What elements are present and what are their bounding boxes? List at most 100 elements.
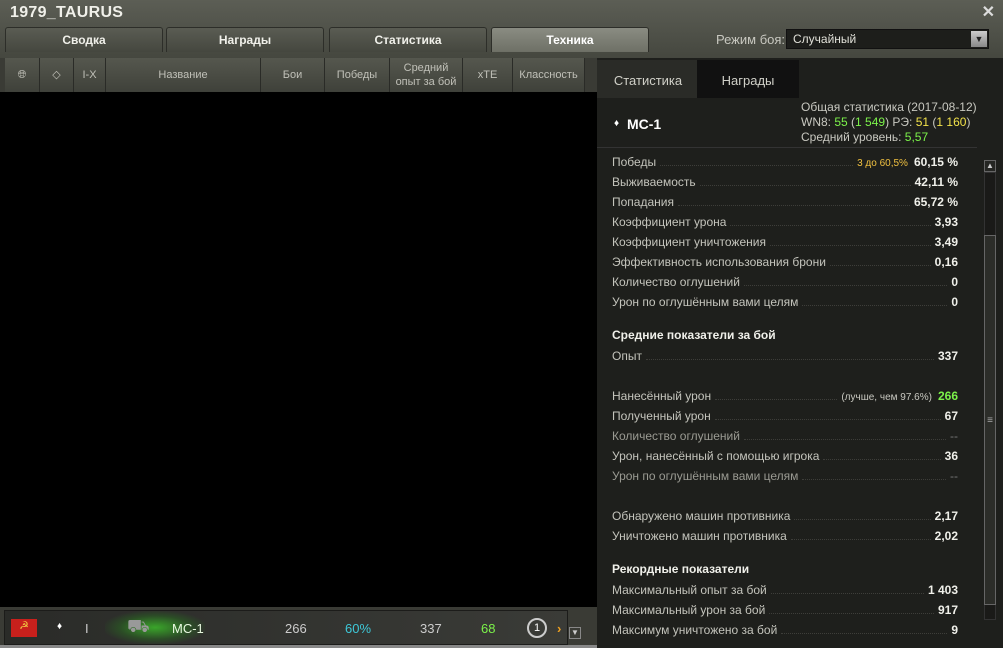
stat-row: Урон по оглушённым вами целям 0 (612, 295, 958, 313)
chevron-right-icon[interactable]: › (557, 621, 561, 636)
stat-row: Максимум уничтожено за бой 9 (612, 623, 958, 641)
column-avg-xp[interactable]: Средний опыт за бой (390, 58, 463, 92)
stat-label: Попадания (612, 195, 674, 209)
stat-value: 3,49 (934, 235, 958, 249)
row-avg-xp: 337 (420, 621, 442, 636)
stat-value: 2,02 (934, 529, 958, 543)
window-title: 1979_TAURUS (10, 4, 124, 21)
scroll-down-button[interactable]: ▼ (569, 627, 581, 639)
dot-leader (823, 450, 941, 460)
stat-value: 65,72 % (913, 195, 958, 209)
stat-label: Уничтожено машин противника (612, 529, 787, 543)
stat-label: Выживаемость (612, 175, 696, 189)
dot-leader (743, 276, 948, 286)
avg-level-label: Средний уровень: (801, 130, 905, 144)
dot-leader (714, 410, 941, 420)
stat-label: Полученный урон (612, 409, 711, 423)
wins-header: Победы (336, 69, 378, 81)
column-class[interactable]: Классность (513, 58, 585, 92)
summary-title: Общая статистика (2017-08-12) (801, 100, 977, 114)
xte-header: xTE (477, 69, 498, 81)
section-title: Рекордные показатели (612, 562, 750, 576)
stat-row: Урон, нанесённый с помощью игрока 36 (612, 449, 958, 467)
stat-row: Нанесённый урон (лучше, чем 97.6%) 266 (612, 389, 958, 407)
right-tab-awards[interactable]: Награды (697, 60, 799, 98)
scrollbar-thumb[interactable]: ≡ (984, 235, 996, 605)
dot-leader (743, 430, 946, 440)
right-tab-statistics[interactable]: Статистика (597, 60, 699, 98)
stat-row: Эффективность использования брони 0,16 (612, 255, 958, 273)
dot-leader (781, 624, 948, 634)
battle-mode-select[interactable]: Случайный ▼ (786, 29, 989, 49)
stat-value: 36 (944, 449, 958, 463)
dot-leader (769, 604, 934, 614)
stat-value: -- (950, 429, 958, 443)
light-tank-icon: ♦ (57, 621, 63, 632)
avg-xp-header-line1: Средний (403, 62, 449, 74)
close-icon[interactable]: ✕ (982, 2, 995, 22)
stat-row: Попадания 65,72 % (612, 195, 958, 213)
stat-row: Коэффициент урона 3,93 (612, 215, 958, 233)
table-row[interactable]: ☭ ♦ I ⛟ МС-1 266 60% 337 68 1 › (4, 610, 568, 645)
mastery-badge-icon: 1 (527, 618, 547, 638)
stat-value: 337 (937, 349, 958, 363)
dot-leader (829, 256, 931, 266)
vehicle-name: МС-1 (627, 116, 662, 132)
stat-value: 2,17 (934, 509, 958, 523)
stat-value: 917 (937, 603, 958, 617)
tab-awards[interactable]: Награды (166, 27, 324, 52)
stat-label: Обнаружено машин противника (612, 509, 791, 523)
vehicle-list-area (0, 92, 597, 607)
stat-label: Максимум уничтожено за бой (612, 623, 778, 637)
stat-row: Коэффициент уничтожения 3,49 (612, 235, 958, 253)
stat-value: 67 (944, 409, 958, 423)
stat-label: Урон, нанесённый с помощью игрока (612, 449, 820, 463)
vehicle-header: ♦ МС-1 Общая статистика (2017-08-12) WN8… (597, 98, 977, 148)
dot-leader (802, 296, 948, 306)
stat-row: Максимальный урон за бой 917 (612, 603, 958, 621)
nation-filter-button[interactable]: 🌐︎ (5, 58, 40, 92)
scroll-up-button[interactable]: ▲ (984, 160, 996, 172)
stat-row: Максимальный опыт за бой 1 403 (612, 583, 958, 601)
re-label: РЭ: (889, 115, 916, 129)
column-tier[interactable]: I-X (74, 58, 106, 92)
stat-label: Урон по оглушённым вами целям (612, 469, 799, 483)
column-wins[interactable]: Победы (325, 58, 390, 92)
dot-leader (645, 350, 934, 360)
stat-label: Эффективность использования брони (612, 255, 826, 269)
stat-label: Победы (612, 155, 657, 169)
stat-value: 1 403 (927, 583, 958, 597)
chevron-down-icon: ▼ (971, 31, 987, 47)
vehicle-type-icon: ◇ (52, 69, 61, 81)
globe-icon: 🌐︎ (17, 69, 27, 81)
dot-leader (769, 236, 931, 246)
row-xte: 68 (481, 621, 496, 636)
row-wins: 60% (345, 621, 372, 636)
column-xte[interactable]: xTE (463, 58, 513, 92)
tab-vehicles[interactable]: Техника (491, 27, 649, 52)
type-filter-button[interactable]: ◇ (40, 58, 74, 92)
row-battles: 266 (285, 621, 307, 636)
dot-leader (730, 216, 931, 226)
stat-row: Победы 3 до 60,5% 60,15 % (612, 155, 958, 173)
wn8-total: 1 549 (855, 115, 886, 129)
battle-mode-label: Режим боя: (716, 32, 786, 47)
tab-statistics[interactable]: Статистика (329, 27, 487, 52)
light-tank-icon: ♦ (614, 118, 620, 129)
column-name[interactable]: Название (106, 58, 261, 92)
row-tier: I (85, 621, 89, 636)
stat-row: Опыт 337 (612, 349, 958, 367)
avg-level-value: 5,57 (904, 130, 929, 144)
tab-summary[interactable]: Сводка (5, 27, 163, 52)
stat-label: Нанесённый урон (612, 389, 712, 403)
battles-header: Бои (282, 69, 303, 81)
row-name: МС-1 (172, 621, 204, 636)
wn8-value: 55 (834, 115, 848, 129)
stat-value: 9 (951, 623, 958, 637)
stat-label: Коэффициент уничтожения (612, 235, 766, 249)
stat-value: 0,16 (934, 255, 958, 269)
stat-label: Коэффициент урона (612, 215, 727, 229)
tank-image-icon: ⛟ (127, 616, 150, 636)
column-battles[interactable]: Бои (261, 58, 325, 92)
stat-row: Количество оглушений 0 (612, 275, 958, 293)
